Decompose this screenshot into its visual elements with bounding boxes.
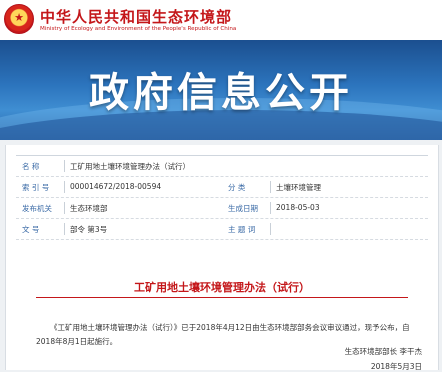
banner-title: 政府信息公开 bbox=[89, 70, 353, 116]
meta-value-date: 2018-05-03 bbox=[276, 203, 320, 212]
meta-value-category: 土壤环境管理 bbox=[276, 183, 321, 192]
meta-row-index: 索 引 号 000014672/2018-00594 分 类 土壤环境管理 bbox=[16, 177, 428, 198]
ministry-name-cn[interactable]: 中华人民共和国生态环境部 bbox=[40, 6, 232, 27]
meta-label-category: 分 类 bbox=[228, 183, 246, 192]
metadata-table: 名 称 工矿用地土壤环境管理办法（试行） 索 引 号 000014672/201… bbox=[16, 155, 428, 240]
document-panel: 名 称 工矿用地土壤环境管理办法（试行） 索 引 号 000014672/201… bbox=[5, 145, 439, 371]
meta-value-index: 000014672/2018-00594 bbox=[70, 182, 162, 191]
meta-separator bbox=[64, 160, 65, 172]
document-signature: 生态环境部部长 李干杰 bbox=[344, 347, 422, 356]
meta-value-name: 工矿用地土壤环境管理办法（试行） bbox=[70, 162, 190, 171]
title-divider bbox=[36, 297, 408, 298]
site-header: 中华人民共和国生态环境部 Ministry of Ecology and Env… bbox=[0, 0, 442, 40]
meta-separator bbox=[64, 181, 65, 193]
meta-label-index: 索 引 号 bbox=[22, 183, 50, 192]
meta-label-date: 生成日期 bbox=[228, 204, 258, 213]
meta-label-topic: 主 题 词 bbox=[228, 225, 256, 234]
meta-row-issuer: 发布机关 生态环境部 生成日期 2018-05-03 bbox=[16, 198, 428, 219]
meta-separator bbox=[64, 223, 65, 235]
meta-separator bbox=[64, 202, 65, 214]
meta-row-name: 名 称 工矿用地土壤环境管理办法（试行） bbox=[16, 156, 428, 177]
national-emblem-icon bbox=[4, 4, 34, 34]
meta-row-docno: 文 号 部令 第3号 主 题 词 bbox=[16, 219, 428, 240]
document-body: 《工矿用地土壤环境管理办法（试行）》已于2018年4月12日由生态环境部部务会议… bbox=[36, 323, 410, 346]
meta-label-name: 名 称 bbox=[22, 162, 40, 171]
ministry-name-en: Ministry of Ecology and Environment of t… bbox=[40, 26, 237, 32]
document-date: 2018年5月3日 bbox=[370, 362, 422, 371]
meta-separator bbox=[270, 202, 271, 214]
meta-value-docno: 部令 第3号 bbox=[70, 225, 108, 234]
meta-separator bbox=[270, 181, 271, 193]
meta-label-docno: 文 号 bbox=[22, 225, 40, 234]
document-title: 工矿用地土壤环境管理办法（试行） bbox=[134, 281, 310, 294]
meta-separator bbox=[270, 223, 271, 235]
meta-label-issuer: 发布机关 bbox=[22, 204, 52, 213]
meta-value-issuer: 生态环境部 bbox=[70, 204, 108, 213]
page-banner: 政府信息公开 bbox=[0, 40, 442, 140]
